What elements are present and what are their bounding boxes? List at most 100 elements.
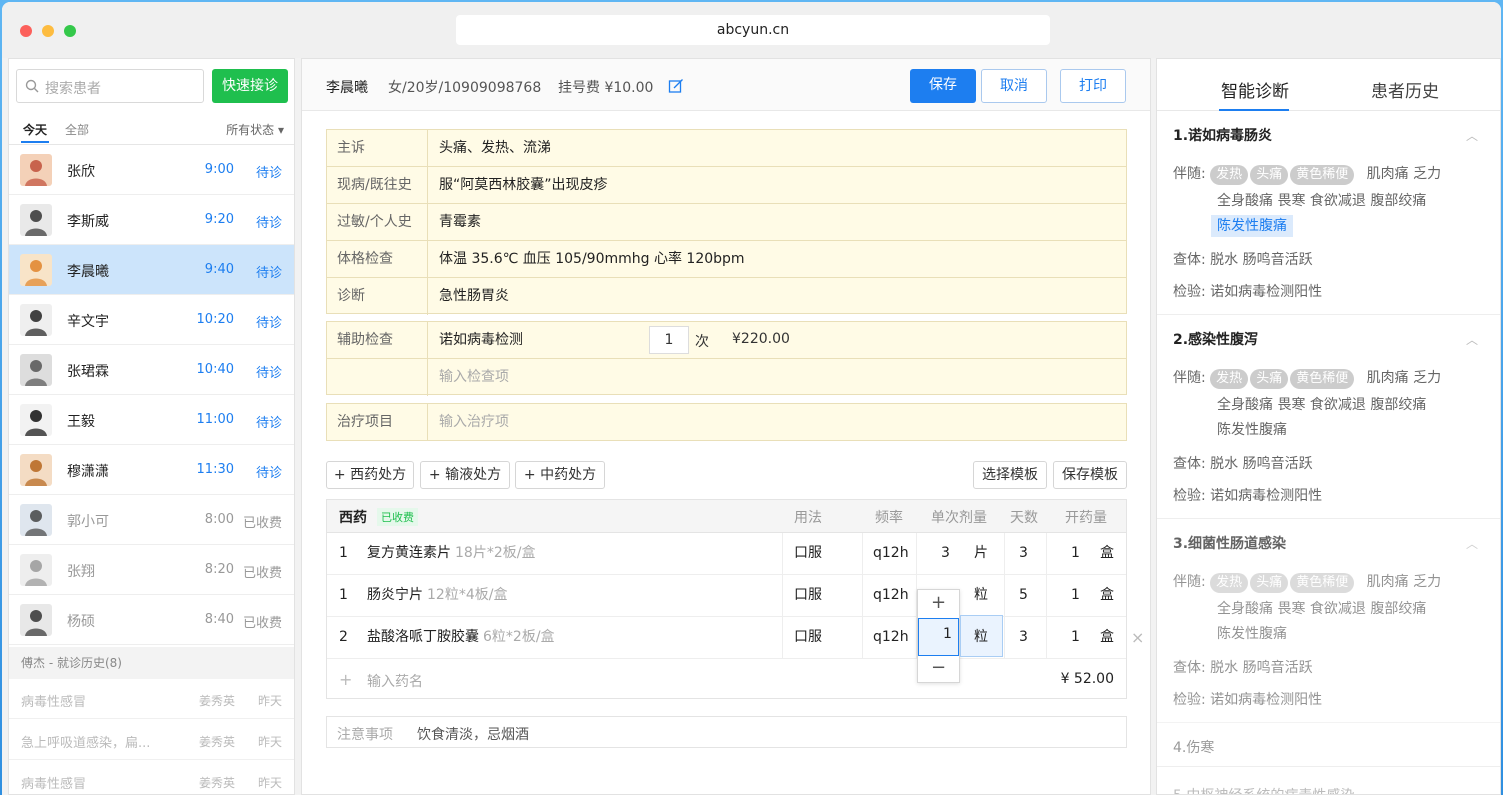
symptom-tag[interactable]: 黄色稀便 <box>1290 573 1355 593</box>
tab-today[interactable]: 今天 <box>23 121 47 138</box>
add-chinese-rx-button[interactable]: + 中药处方 <box>515 461 605 489</box>
patient-row[interactable]: 张珺霖 10:40 待诊 <box>9 345 294 395</box>
avatar <box>20 254 52 286</box>
dose-stepper-value: 1 <box>943 626 952 642</box>
tab-patient-history[interactable]: 患者历史 <box>1371 77 1439 102</box>
patient-status: 待诊 <box>255 316 282 331</box>
address-bar[interactable]: abcyun.cn <box>456 15 1050 45</box>
appointment-time: 9:40 <box>204 262 234 277</box>
drug-name[interactable]: 盐酸洛哌丁胺胶囊 <box>367 617 479 658</box>
symptom-tag[interactable]: 黄色稀便 <box>1290 165 1355 185</box>
patient-status: 已收费 <box>242 566 282 581</box>
dose-input[interactable] <box>918 618 959 656</box>
cancel-button[interactable]: 取消 <box>981 69 1047 103</box>
drug-dose-unit: 粒 <box>974 587 988 603</box>
chevron-up-icon[interactable]: ︿ <box>1466 535 1478 552</box>
symptom-tag[interactable]: 黄色稀便 <box>1290 369 1355 389</box>
patient-row[interactable]: 李晨曦 9:40 待诊 <box>9 245 294 295</box>
symptom-tag[interactable]: 发热 <box>1210 573 1249 593</box>
patient-row[interactable]: 张翔 8:20 已收费 <box>9 545 294 595</box>
drug-name[interactable]: 复方黄连素片 <box>367 533 451 574</box>
patient-row[interactable]: 李斯威 9:20 待诊 <box>9 195 294 245</box>
record-field-label: 主诉 <box>327 130 428 166</box>
aux-exam-input[interactable]: 输入检查项 <box>439 359 509 395</box>
symptom-tag[interactable]: 头痛 <box>1250 573 1289 593</box>
drug-dose[interactable]: 3 <box>941 533 950 574</box>
save-button[interactable]: 保存 <box>910 69 976 103</box>
drug-frequency[interactable]: q12h <box>873 617 909 658</box>
diagnosis-item[interactable]: 3.细菌性肠道感染 ︿ 伴随: 发热 头痛 黄色稀便 肌肉痛 乏力 全身酸痛 畏寒 食欲减… <box>1157 519 1500 723</box>
select-template-button[interactable]: 选择模板 <box>973 461 1047 489</box>
record-field-value[interactable]: 体温 35.6℃ 血压 105/90mmhg 心率 120bpm <box>439 241 745 277</box>
record-field-value[interactable]: 青霉素 <box>439 204 481 240</box>
drug-days[interactable]: 5 <box>1019 575 1028 616</box>
record-field-value[interactable]: 头痛、发热、流涕 <box>439 130 551 166</box>
patient-row[interactable]: 辛文宇 10:20 待诊 <box>9 295 294 345</box>
drug-frequency[interactable]: q12h <box>873 575 909 616</box>
drug-spec: 6粒*2板/盒 <box>483 629 555 645</box>
col-divider <box>782 533 783 574</box>
history-row[interactable]: 病毒性感冒 姜秀英 昨天 <box>9 761 294 794</box>
diagnosis-item[interactable]: 2.感染性腹泻 ︿ 伴随: 发热 头痛 黄色稀便 肌肉痛 乏力 全身酸痛 畏寒 食欲减退 … <box>1157 315 1500 519</box>
record-field-value[interactable]: 急性肠胃炎 <box>439 278 509 314</box>
symptom-tag[interactable]: 发热 <box>1210 369 1249 389</box>
edit-icon[interactable] <box>668 78 684 94</box>
drug-frequency[interactable]: q12h <box>873 533 909 574</box>
search-input[interactable]: 搜索患者 <box>16 69 204 103</box>
aux-exam-qty-input[interactable]: 1 <box>649 326 689 354</box>
symptom-tag[interactable]: 头痛 <box>1250 369 1289 389</box>
add-infusion-rx-button[interactable]: + 输液处方 <box>420 461 510 489</box>
chevron-up-icon[interactable]: ︿ <box>1466 127 1478 144</box>
record-field-label: 现病/既往史 <box>327 167 428 203</box>
treatment-input[interactable]: 输入治疗项 <box>439 404 509 440</box>
patient-row[interactable]: 郭小可 8:00 已收费 <box>9 495 294 545</box>
symptoms-line-1: 肌肉痛 乏力 <box>1366 574 1442 590</box>
diagnosis-item-4[interactable]: 4.伤寒 <box>1157 723 1500 767</box>
drug-usage[interactable]: 口服 <box>794 575 822 616</box>
symptom-tag[interactable]: 头痛 <box>1250 165 1289 185</box>
add-western-rx-button[interactable]: + 西药处方 <box>326 461 414 489</box>
tab-smart-diagnosis[interactable]: 智能诊断 <box>1221 77 1289 102</box>
aux-exam-item[interactable]: 诺如病毒检测 <box>439 322 523 358</box>
remove-row-icon[interactable]: × <box>1131 628 1144 647</box>
save-template-button[interactable]: 保存模板 <box>1053 461 1127 489</box>
close-window-icon[interactable] <box>20 25 32 37</box>
browser-window: abcyun.cn 搜索患者 快速接诊 今天 全部 所有状态 ▾ 张欣 9:00 待… <box>2 2 1501 795</box>
print-button[interactable]: 打印 <box>1060 69 1126 103</box>
chevron-up-icon[interactable]: ︿ <box>1466 331 1478 348</box>
drug-name[interactable]: 肠炎宁片 <box>367 575 423 616</box>
record-field-value[interactable]: 服“阿莫西林胶囊”出现皮疹 <box>439 167 608 203</box>
drug-days[interactable]: 3 <box>1019 617 1028 658</box>
maximize-window-icon[interactable] <box>64 25 76 37</box>
status-filter-dropdown[interactable]: 所有状态 ▾ <box>226 121 284 138</box>
drug-amount-unit: 盒 <box>1100 545 1114 561</box>
diagnosis-item-5[interactable]: 5.中枢神经系统的病毒性感染 <box>1157 777 1500 794</box>
dose-decrement-button[interactable]: − <box>918 656 959 682</box>
quick-reception-button[interactable]: 快速接诊 <box>212 69 288 103</box>
history-row[interactable]: 病毒性感冒 姜秀英 昨天 <box>9 679 294 719</box>
drug-amount[interactable]: 1 <box>1071 533 1080 574</box>
tab-all[interactable]: 全部 <box>65 121 89 138</box>
history-doctor: 姜秀英 <box>199 694 236 708</box>
minimize-window-icon[interactable] <box>42 25 54 37</box>
drug-dose-unit: 片 <box>974 545 988 561</box>
drug-input[interactable]: 输入药名 <box>367 671 423 691</box>
patient-row[interactable]: 张欣 9:00 待诊 <box>9 145 294 195</box>
drug-usage[interactable]: 口服 <box>794 617 822 658</box>
dose-stepper: + − <box>917 589 960 683</box>
drug-days[interactable]: 3 <box>1019 533 1028 574</box>
patient-row[interactable]: 穆潇潇 11:30 待诊 <box>9 445 294 495</box>
notes-input[interactable]: 饮食清淡，忌烟酒 <box>417 724 529 744</box>
drug-amount[interactable]: 1 <box>1071 617 1080 658</box>
drug-usage[interactable]: 口服 <box>794 533 822 574</box>
patient-row[interactable]: 杨硕 8:40 已收费 <box>9 595 294 645</box>
drug-amount[interactable]: 1 <box>1071 575 1080 616</box>
col-divider <box>1046 617 1047 658</box>
diagnosis-item[interactable]: 1.诺如病毒肠炎 ︿ 伴随: 发热 头痛 黄色稀便 肌肉痛 乏力 全身酸痛 畏寒 食欲减退… <box>1157 111 1500 315</box>
patient-row[interactable]: 王毅 11:00 待诊 <box>9 395 294 445</box>
symptom-tag[interactable]: 发热 <box>1210 165 1249 185</box>
avatar <box>20 354 52 386</box>
history-row[interactable]: 急上呼吸道感染，扁... 姜秀英 昨天 <box>9 720 294 760</box>
dose-increment-button[interactable]: + <box>918 590 959 618</box>
history-diagnosis: 病毒性感冒 <box>21 777 87 792</box>
